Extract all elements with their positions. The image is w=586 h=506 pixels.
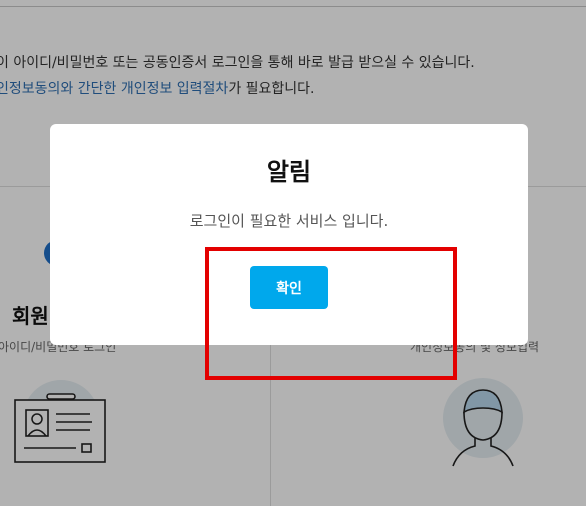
alert-dialog: 알림 로그인이 필요한 서비스 입니다. 확인 [50,124,528,345]
page: 이 아이디/비밀번호 또는 공동인증서 로그인을 통해 바로 발급 받으실 수 … [0,0,586,506]
dialog-title: 알림 [266,158,312,186]
dialog-message: 로그인이 필요한 서비스 입니다. [189,212,389,230]
confirm-button[interactable]: 확인 [250,266,328,309]
